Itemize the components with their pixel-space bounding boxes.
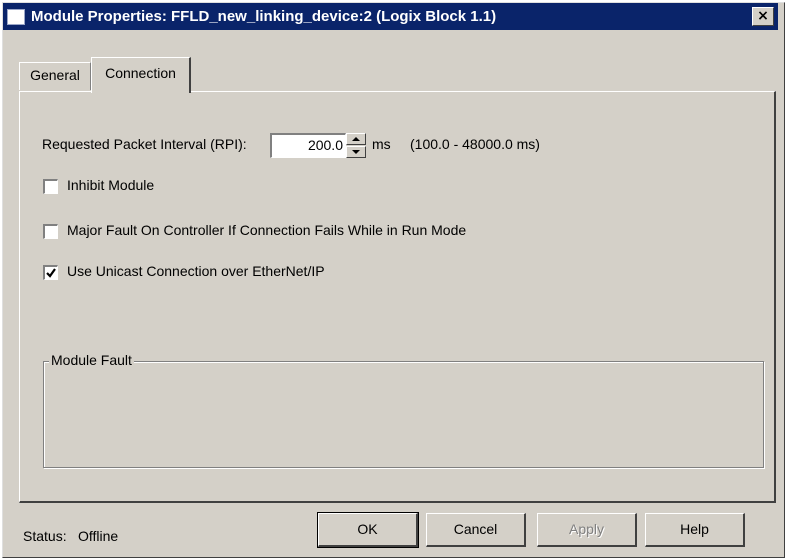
major-fault-checkbox[interactable] — [43, 224, 58, 239]
rpi-range-label: (100.0 - 48000.0 ms) — [410, 136, 540, 152]
status-label: Status: — [23, 528, 67, 544]
rpi-label: Requested Packet Interval (RPI): — [42, 136, 247, 152]
cancel-button[interactable]: Cancel — [426, 513, 526, 547]
checkmark-icon — [46, 268, 56, 278]
major-fault-label[interactable]: Major Fault On Controller If Connection … — [67, 222, 466, 238]
tab-connection[interactable]: Connection — [91, 57, 191, 93]
spin-up-arrow-icon — [352, 137, 360, 141]
close-icon[interactable]: × — [752, 7, 774, 26]
apply-button[interactable]: Apply — [537, 513, 637, 547]
inhibit-module-checkbox[interactable] — [43, 179, 58, 194]
spin-down-button[interactable] — [346, 146, 366, 158]
inhibit-module-label[interactable]: Inhibit Module — [67, 177, 154, 193]
ok-button[interactable]: OK — [317, 512, 419, 548]
rpi-spinner[interactable] — [346, 133, 366, 158]
module-window-icon — [7, 9, 25, 25]
spin-down-arrow-icon — [352, 150, 360, 154]
rpi-input[interactable]: 200.0 — [270, 133, 346, 158]
rpi-unit-label: ms — [372, 136, 391, 152]
title-bar[interactable]: Module Properties: FFLD_new_linking_devi… — [3, 3, 778, 30]
spin-up-button[interactable] — [346, 133, 366, 145]
unicast-connection-checkbox[interactable] — [43, 265, 58, 280]
window-title: Module Properties: FFLD_new_linking_devi… — [31, 8, 497, 25]
status-value: Offline — [78, 528, 119, 544]
help-button[interactable]: Help — [645, 513, 745, 547]
module-fault-label: Module Fault — [49, 352, 134, 368]
module-fault-group — [43, 361, 764, 468]
tab-general[interactable]: General — [19, 62, 91, 90]
unicast-connection-label[interactable]: Use Unicast Connection over EtherNet/IP — [67, 263, 325, 279]
